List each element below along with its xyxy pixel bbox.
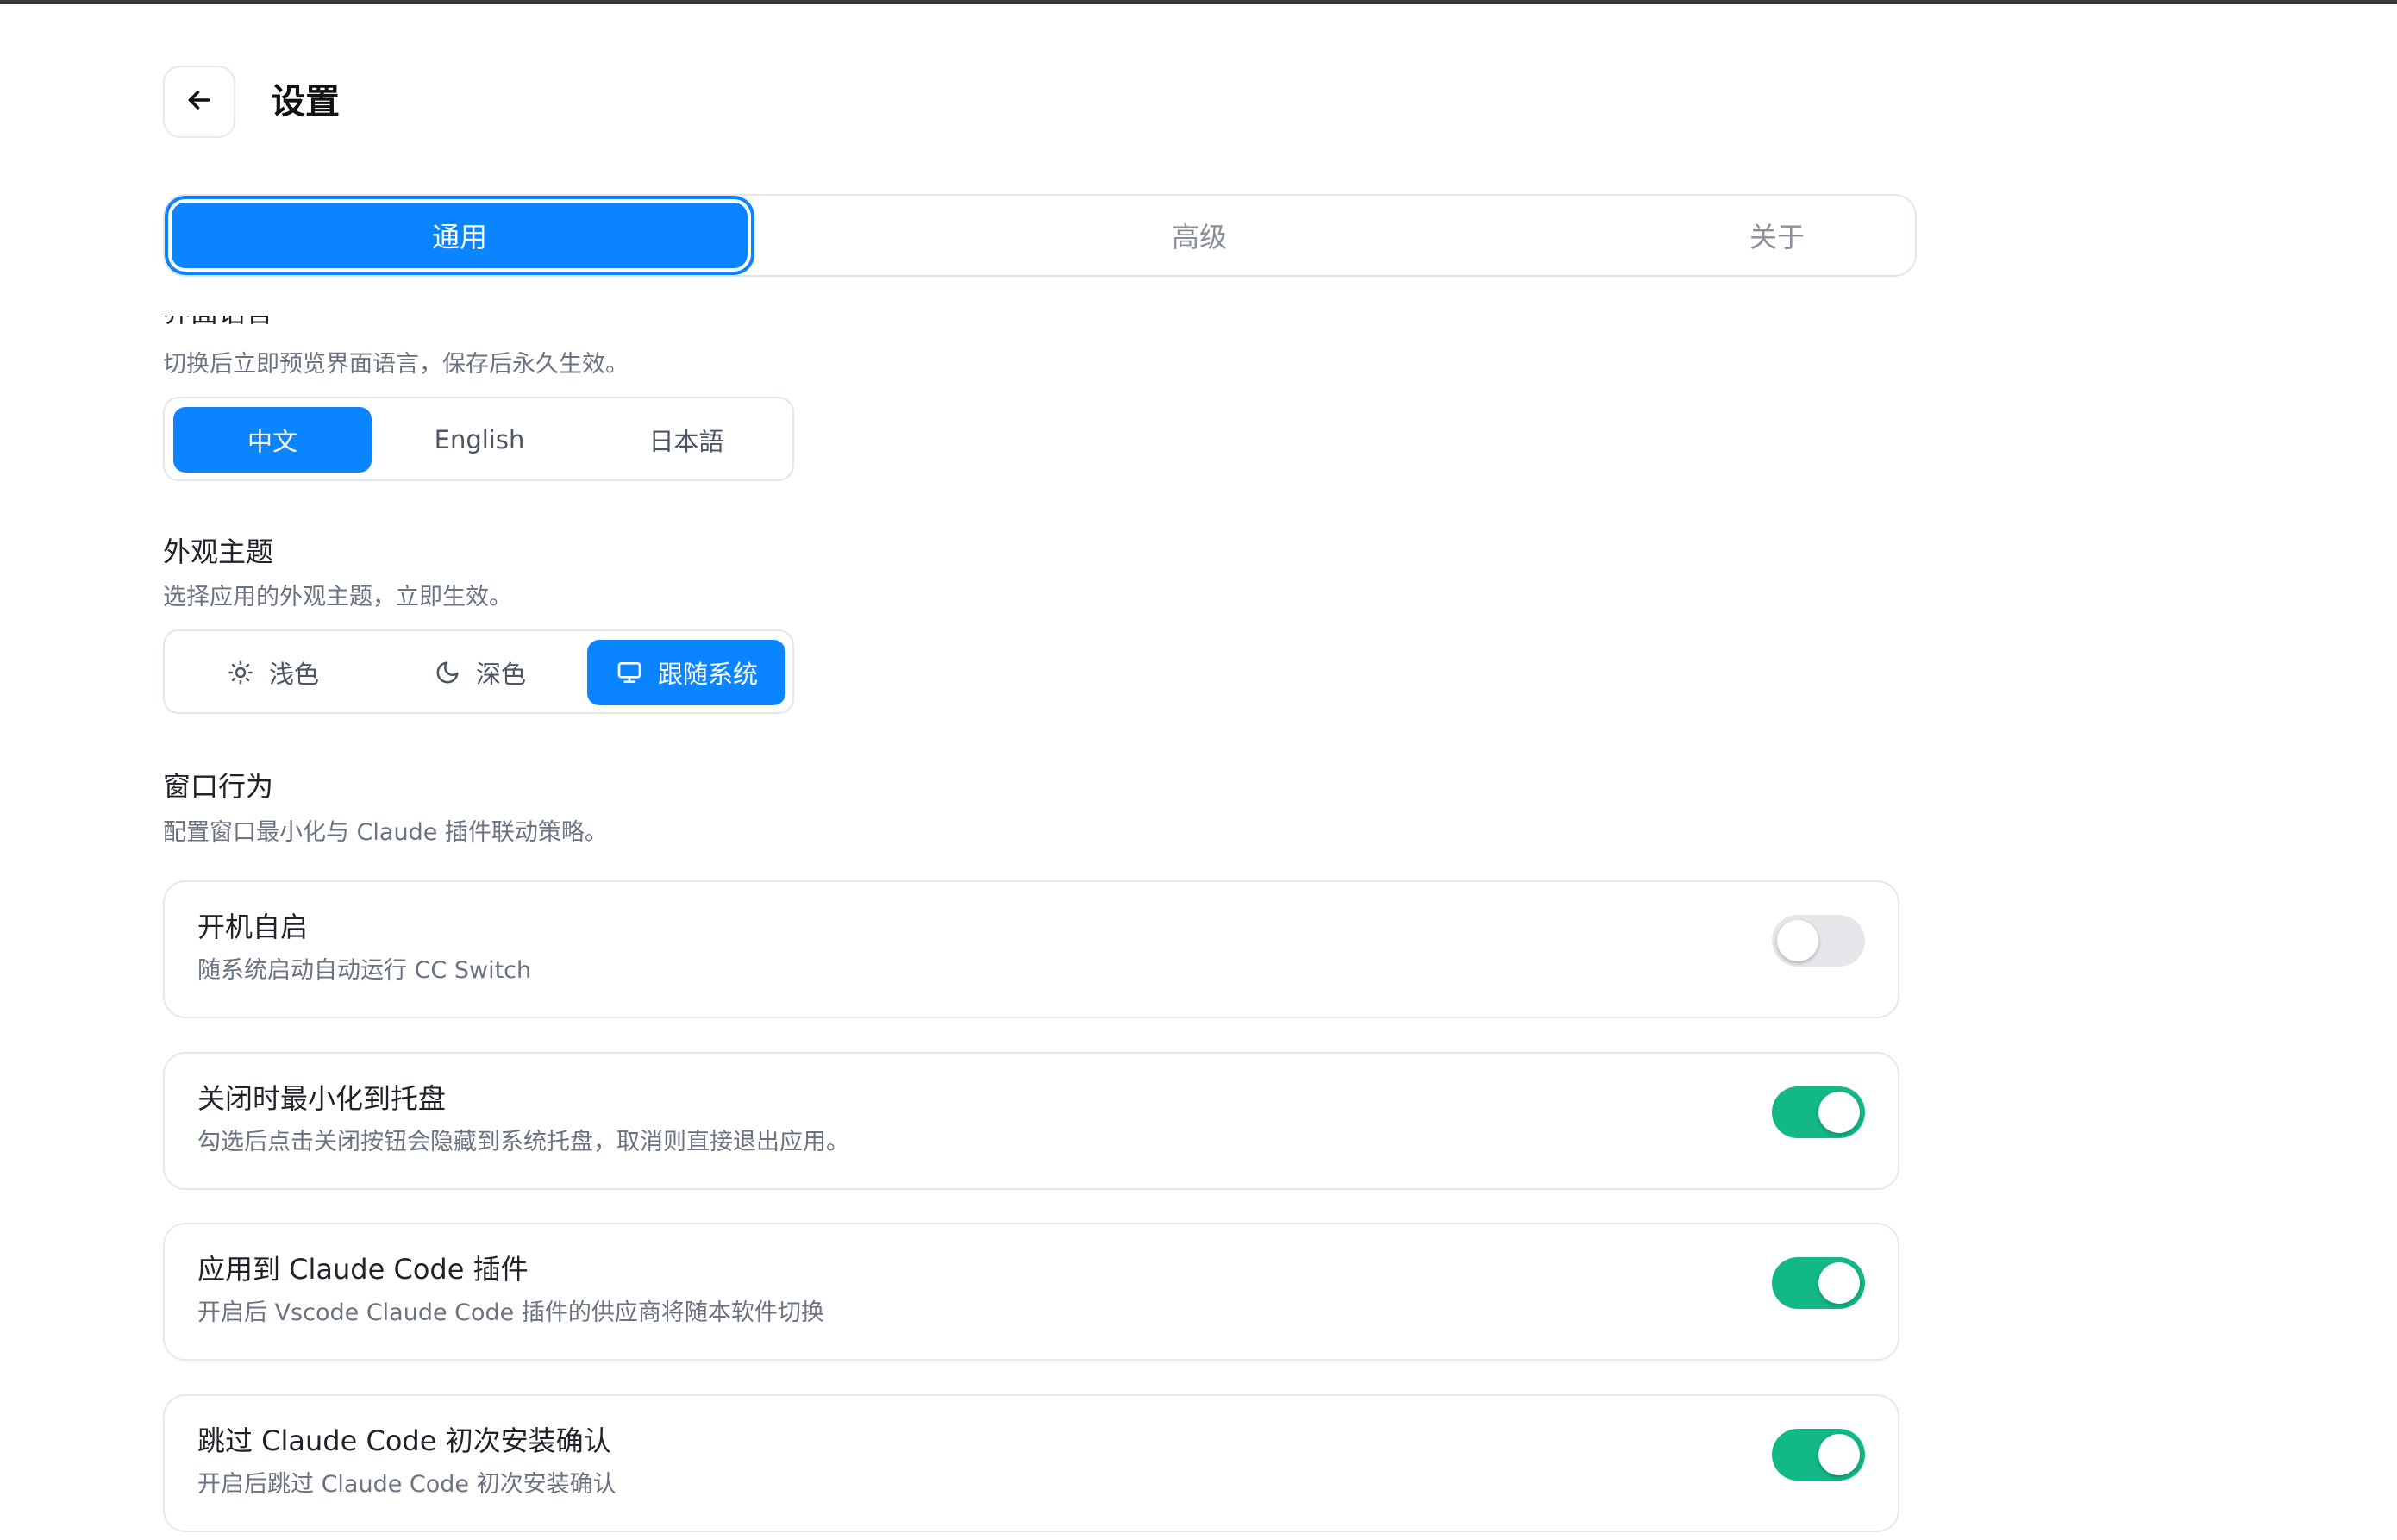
back-button[interactable] — [163, 66, 235, 138]
theme-option-light-label: 浅色 — [268, 660, 319, 689]
moon-icon — [433, 658, 462, 687]
theme-option-dark[interactable]: 深色 — [380, 640, 579, 705]
setting-description: 开启后跳过 Claude Code 初次安装确认 — [197, 1471, 616, 1498]
setting-description: 随系统启动自动运行 CC Switch — [197, 957, 532, 984]
settings-tabs: 通用 高级 关于 — [163, 194, 1917, 277]
arrow-left-icon — [184, 85, 215, 119]
setting-card-launch-at-startup: 开机自启 随系统启动自动运行 CC Switch — [163, 880, 1899, 1018]
theme-section-title: 外观主题 — [163, 535, 274, 568]
language-option-japanese[interactable]: 日本語 — [587, 407, 785, 473]
theme-selector: 浅色 深色 跟随系统 — [163, 629, 794, 714]
skip-install-confirm-toggle[interactable] — [1772, 1429, 1865, 1481]
setting-title: 关闭时最小化到托盘 — [197, 1082, 447, 1115]
theme-section-description: 选择应用的外观主题，立即生效。 — [163, 584, 512, 610]
theme-option-system[interactable]: 跟随系统 — [587, 640, 785, 705]
toggle-knob — [1818, 1262, 1860, 1304]
window-behavior-section-description: 配置窗口最小化与 Claude 插件联动策略。 — [163, 819, 608, 846]
setting-card-apply-to-claude-plugin: 应用到 Claude Code 插件 开启后 Vscode Claude Cod… — [163, 1223, 1899, 1361]
setting-card-minimize-to-tray: 关闭时最小化到托盘 勾选后点击关闭按钮会隐藏到系统托盘，取消则直接退出应用。 — [163, 1052, 1899, 1190]
language-selector: 中文 English 日本語 — [163, 397, 794, 481]
language-option-chinese[interactable]: 中文 — [173, 407, 372, 473]
language-section-description: 切换后立即预览界面语言，保存后永久生效。 — [163, 351, 629, 378]
page-title: 设置 — [271, 82, 340, 122]
monitor-icon — [615, 658, 644, 687]
theme-option-light[interactable]: 浅色 — [173, 640, 372, 705]
apply-to-claude-plugin-toggle[interactable] — [1772, 1257, 1865, 1309]
toggle-knob — [1777, 920, 1818, 961]
setting-title: 跳过 Claude Code 初次安装确认 — [197, 1424, 611, 1457]
window-behavior-section-title: 窗口行为 — [163, 770, 274, 803]
theme-option-system-label: 跟随系统 — [657, 660, 758, 689]
setting-title: 开机自启 — [197, 911, 309, 943]
sun-icon — [226, 658, 255, 687]
setting-title: 应用到 Claude Code 插件 — [197, 1253, 529, 1286]
setting-card-skip-install-confirm: 跳过 Claude Code 初次安装确认 开启后跳过 Claude Code … — [163, 1394, 1899, 1532]
toggle-knob — [1818, 1092, 1860, 1133]
language-option-english[interactable]: English — [380, 407, 579, 473]
tab-about[interactable]: 关于 — [1486, 199, 2068, 272]
language-section-title: 界面语言 — [163, 316, 680, 333]
setting-description: 开启后 Vscode Claude Code 插件的供应商将随本软件切换 — [197, 1299, 824, 1326]
tab-advanced[interactable]: 高级 — [908, 199, 1491, 272]
tab-general[interactable]: 通用 — [168, 199, 751, 272]
setting-description: 勾选后点击关闭按钮会隐藏到系统托盘，取消则直接退出应用。 — [197, 1129, 849, 1155]
settings-page: 设置 通用 高级 关于 界面语言 切换后立即预览界面语言，保存后永久生效。 中文… — [0, 0, 2397, 1540]
theme-option-dark-label: 深色 — [475, 660, 526, 689]
minimize-to-tray-toggle[interactable] — [1772, 1086, 1865, 1138]
launch-at-startup-toggle[interactable] — [1772, 915, 1865, 967]
toggle-knob — [1818, 1434, 1860, 1475]
